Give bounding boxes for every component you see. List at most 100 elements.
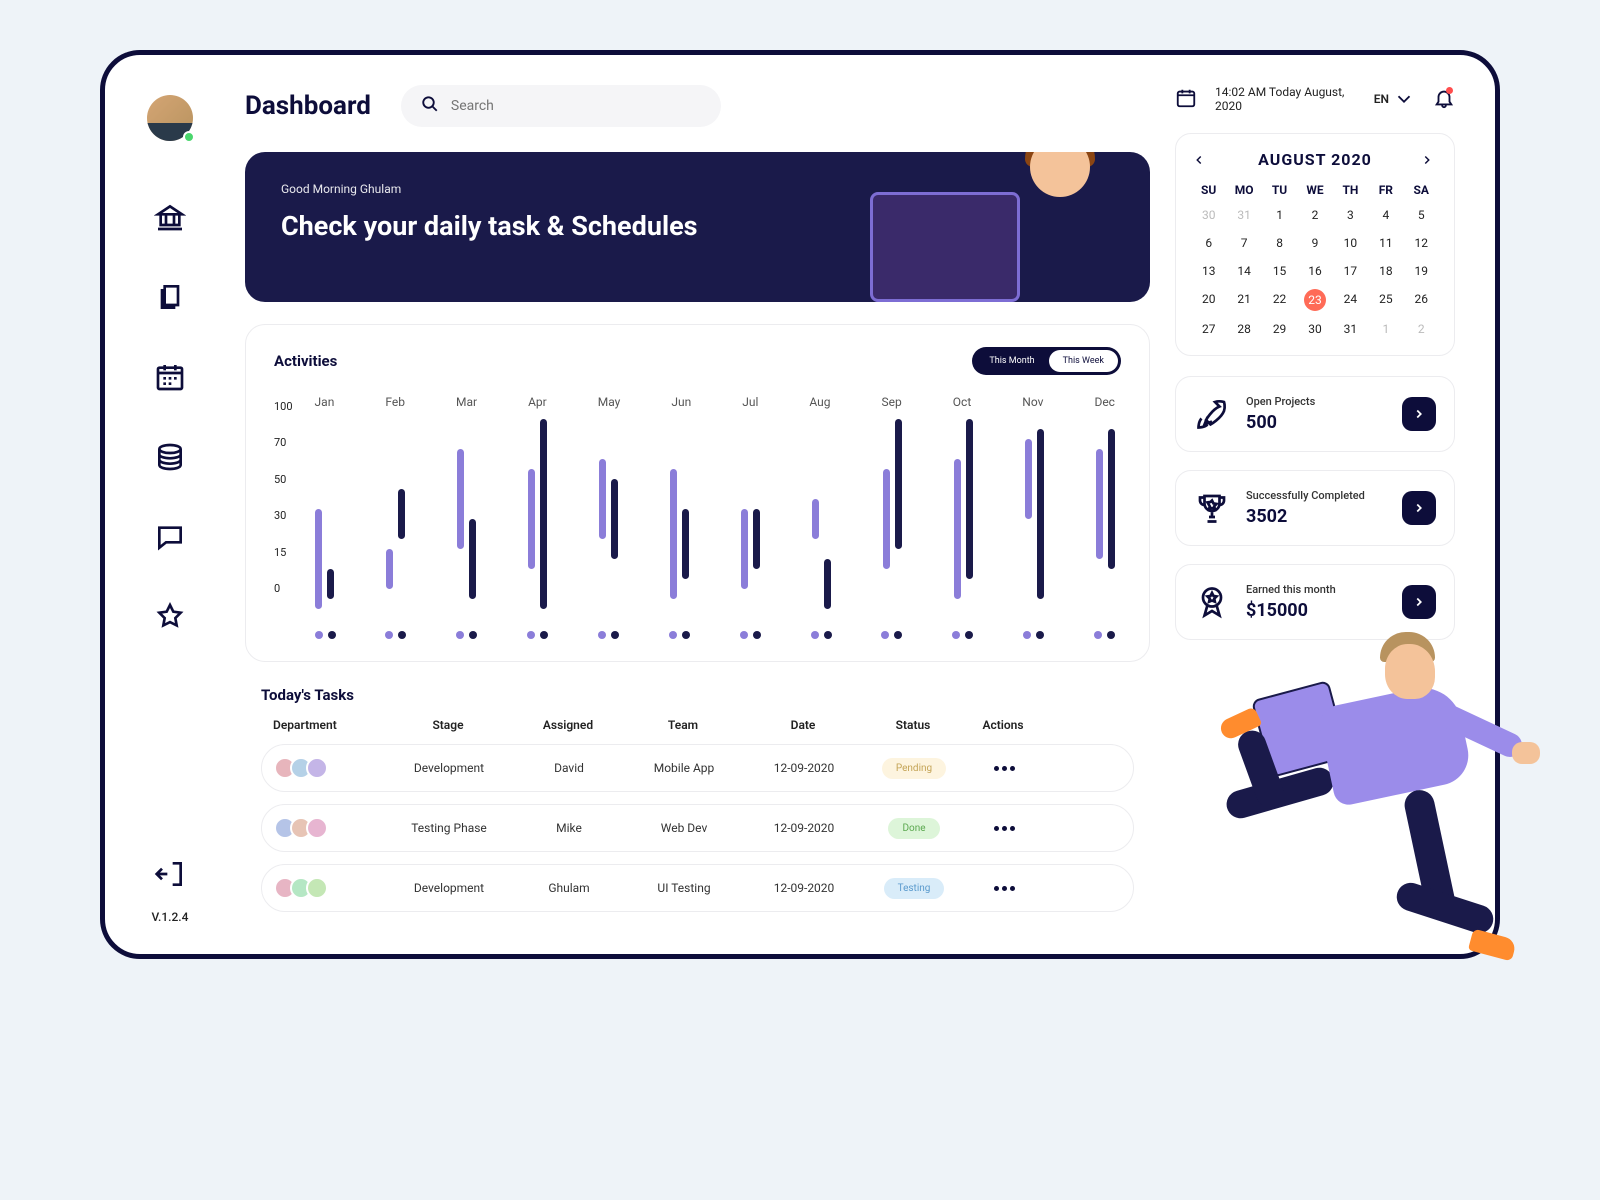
cal-day[interactable]: 30 (1192, 205, 1225, 225)
cal-day[interactable]: 28 (1227, 319, 1260, 339)
bank-icon[interactable] (154, 201, 186, 233)
bar-dark (682, 509, 689, 579)
coins-icon[interactable] (154, 441, 186, 473)
calendar-icon[interactable] (154, 361, 186, 393)
month-bars (315, 419, 334, 619)
month-label: Apr (528, 395, 547, 409)
search-input[interactable] (451, 98, 701, 114)
stat-label: Open Projects (1246, 395, 1386, 408)
dot-dark (540, 631, 548, 639)
tasks-title: Today's Tasks (261, 686, 1134, 704)
cal-day[interactable]: 19 (1405, 261, 1438, 281)
month-label: Jan (315, 395, 335, 409)
cal-day[interactable]: 1 (1369, 319, 1402, 339)
cal-day[interactable]: 27 (1192, 319, 1225, 339)
task-row: DevelopmentDavidMobile App12-09-2020Pend… (261, 744, 1134, 792)
cal-day[interactable]: 24 (1334, 289, 1367, 311)
documents-icon[interactable] (154, 281, 186, 313)
calendar-next[interactable] (1420, 151, 1438, 169)
toggle-week[interactable]: This Week (1049, 350, 1118, 372)
cal-day[interactable]: 12 (1405, 233, 1438, 253)
cell-date: 12-09-2020 (744, 821, 864, 835)
stat-arrow-button[interactable] (1402, 397, 1436, 431)
notifications-button[interactable] (1433, 87, 1455, 112)
cal-day[interactable]: 30 (1298, 319, 1331, 339)
bar-dark (753, 509, 760, 569)
row-actions[interactable] (964, 886, 1044, 891)
bar-purple (741, 509, 748, 589)
bar-dark (611, 479, 618, 559)
cal-day[interactable]: 31 (1227, 205, 1260, 225)
language-selector[interactable]: EN (1374, 88, 1415, 110)
cell-stage: Testing Phase (384, 821, 514, 835)
logout-icon[interactable] (154, 858, 186, 890)
stat-arrow-button[interactable] (1402, 491, 1436, 525)
status-badge: Done (888, 818, 939, 839)
cal-day[interactable]: 31 (1334, 319, 1367, 339)
cal-day[interactable]: 13 (1192, 261, 1225, 281)
bar-purple (1096, 449, 1103, 559)
cal-day[interactable]: 10 (1334, 233, 1367, 253)
month-label: Nov (1022, 395, 1043, 409)
search-box[interactable] (401, 85, 721, 127)
cal-day[interactable]: 6 (1192, 233, 1225, 253)
cal-day[interactable]: 22 (1263, 289, 1296, 311)
dot-purple (881, 631, 889, 639)
cal-day[interactable]: 5 (1405, 205, 1438, 225)
cal-dow: TU (1263, 183, 1296, 197)
month-label: Sep (882, 395, 902, 409)
cal-day[interactable]: 2 (1298, 205, 1331, 225)
cal-day[interactable]: 16 (1298, 261, 1331, 281)
cal-day[interactable]: 4 (1369, 205, 1402, 225)
bar-dark (469, 519, 476, 599)
user-avatar[interactable] (147, 95, 193, 141)
cal-day[interactable]: 8 (1263, 233, 1296, 253)
cal-day[interactable]: 21 (1227, 289, 1260, 311)
cell-date: 12-09-2020 (744, 761, 864, 775)
month-bars (883, 419, 902, 619)
cal-day[interactable]: 7 (1227, 233, 1260, 253)
cal-day[interactable]: 15 (1263, 261, 1296, 281)
y-tick: 100 (274, 400, 293, 413)
row-actions[interactable] (964, 826, 1044, 831)
month-bars (1096, 419, 1115, 619)
y-tick: 70 (274, 436, 293, 449)
calendar-prev[interactable] (1192, 151, 1210, 169)
cal-day[interactable]: 11 (1369, 233, 1402, 253)
stat-value: $15000 (1246, 600, 1386, 621)
cal-day[interactable]: 9 (1298, 233, 1331, 253)
cal-dow: MO (1227, 183, 1260, 197)
col-stage: Stage (383, 718, 513, 732)
activities-title: Activities (274, 352, 337, 370)
dot-dark (894, 631, 902, 639)
cell-stage: Development (384, 881, 514, 895)
cal-day[interactable]: 25 (1369, 289, 1402, 311)
y-tick: 0 (274, 582, 293, 595)
stat-card: Open Projects500 (1175, 376, 1455, 452)
cal-day[interactable]: 3 (1334, 205, 1367, 225)
bar-purple (599, 459, 606, 539)
cal-day[interactable]: 18 (1369, 261, 1402, 281)
dot-purple (1094, 631, 1102, 639)
hero-illustration (870, 152, 1130, 302)
cal-day[interactable]: 20 (1192, 289, 1225, 311)
tasks-section: Today's Tasks Department Stage Assigned … (245, 686, 1150, 912)
month-bars (1025, 419, 1044, 619)
stat-arrow-button[interactable] (1402, 585, 1436, 619)
bar-dark (824, 559, 831, 609)
cal-day[interactable]: 17 (1334, 261, 1367, 281)
col-date: Date (743, 718, 863, 732)
chat-icon[interactable] (154, 521, 186, 553)
y-tick: 50 (274, 473, 293, 486)
cal-day[interactable]: 26 (1405, 289, 1438, 311)
cal-day[interactable]: 14 (1227, 261, 1260, 281)
toggle-month[interactable]: This Month (975, 350, 1048, 372)
cal-day[interactable]: 1 (1263, 205, 1296, 225)
star-icon[interactable] (154, 601, 186, 633)
row-actions[interactable] (964, 766, 1044, 771)
sidebar: V.1.2.4 (125, 85, 215, 924)
cal-day[interactable]: 23 (1304, 289, 1326, 311)
avatar (306, 757, 328, 779)
cal-day[interactable]: 29 (1263, 319, 1296, 339)
cal-day[interactable]: 2 (1405, 319, 1438, 339)
